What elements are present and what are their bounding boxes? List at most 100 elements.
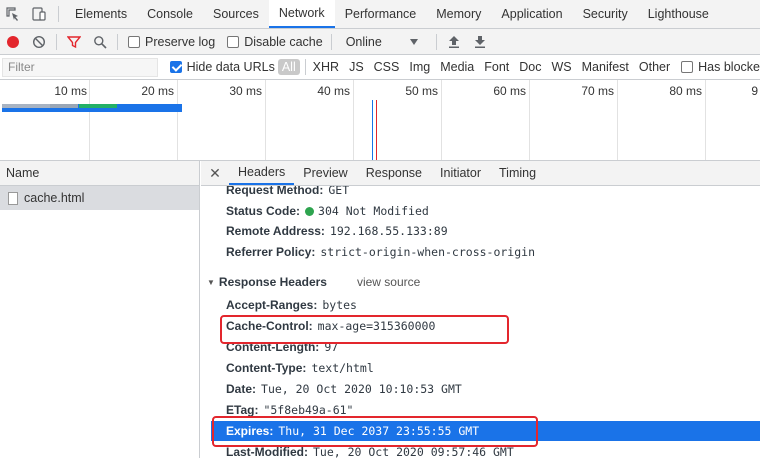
request-bar-waiting <box>2 104 50 108</box>
filter-type-js[interactable]: JS <box>344 60 369 74</box>
tab-elements[interactable]: Elements <box>65 0 137 28</box>
header-value: bytes <box>322 298 357 312</box>
request-bar-waiting <box>50 104 78 108</box>
hide-data-urls-checkbox[interactable]: Hide data URLs <box>169 60 275 74</box>
tab-sources[interactable]: Sources <box>203 0 269 28</box>
has-blocked-label: Has blocke <box>698 60 760 74</box>
filter-type-css[interactable]: CSS <box>369 60 405 74</box>
request-row[interactable]: cache.html <box>0 186 199 210</box>
checkbox-box[interactable] <box>227 35 240 48</box>
filter-type-all[interactable]: All <box>277 59 300 75</box>
filter-type-media[interactable]: Media <box>435 60 479 74</box>
filter-input[interactable]: Filter <box>2 57 158 77</box>
preserve-log-checkbox[interactable]: Preserve log <box>128 35 215 49</box>
filter-toggle-button[interactable] <box>61 30 87 54</box>
tab-lighthouse[interactable]: Lighthouse <box>638 0 719 28</box>
status-ok-icon <box>305 206 315 216</box>
checkbox-box[interactable] <box>128 35 140 48</box>
view-source-link[interactable]: view source <box>357 275 420 289</box>
search-button[interactable] <box>87 30 113 54</box>
divider <box>58 6 59 22</box>
disable-cache-checkbox[interactable]: Disable cache <box>227 35 323 49</box>
annotation-box-cache-control <box>220 315 509 344</box>
grid-line <box>617 80 618 160</box>
tab-memory[interactable]: Memory <box>426 0 491 28</box>
disable-cache-label: Disable cache <box>244 34 323 49</box>
header-row: Content-Type: text/html <box>226 358 374 378</box>
devtools-tab-bar: Elements Console Sources Network Perform… <box>0 0 760 29</box>
import-har-button[interactable] <box>441 30 467 54</box>
tab-security[interactable]: Security <box>573 0 638 28</box>
tick-label: 80 ms <box>669 84 702 98</box>
document-icon <box>8 191 18 205</box>
checkbox-box[interactable] <box>681 61 694 73</box>
grid-line <box>89 80 90 160</box>
grid-line <box>265 80 266 160</box>
throttling-value: Online <box>345 34 382 49</box>
tab-response[interactable]: Response <box>357 161 431 185</box>
tab-application[interactable]: Application <box>491 0 572 28</box>
search-icon <box>94 35 107 49</box>
header-key: Referrer Policy: <box>226 245 316 259</box>
details-tab-bar-overlay: ✕ Headers Preview Response Initiator Tim… <box>201 161 760 186</box>
tab-initiator[interactable]: Initiator <box>431 161 490 185</box>
header-key: Status Code: <box>226 204 301 218</box>
filter-type-manifest[interactable]: Manifest <box>577 60 634 74</box>
network-overview-timeline[interactable]: 10 ms 20 ms 30 ms 40 ms 50 ms 60 ms 70 m… <box>0 80 760 161</box>
header-value: strict-origin-when-cross-origin <box>320 245 536 259</box>
load-marker <box>376 100 377 160</box>
tick-label: 20 ms <box>141 84 174 98</box>
tab-performance[interactable]: Performance <box>335 0 427 28</box>
divider <box>435 33 437 50</box>
filter-type-ws[interactable]: WS <box>547 60 577 74</box>
tick-label: 30 ms <box>229 84 262 98</box>
record-button[interactable] <box>0 30 26 54</box>
tick-label: 10 ms <box>54 84 87 98</box>
tab-headers[interactable]: Headers <box>229 161 295 185</box>
download-icon <box>474 35 485 48</box>
filter-type-xhr[interactable]: XHR <box>308 60 344 74</box>
header-value: text/html <box>311 361 374 375</box>
close-icon[interactable]: ✕ <box>201 161 229 185</box>
device-toolbar-icon[interactable] <box>26 0 52 28</box>
header-row: Accept-Ranges: bytes <box>226 295 357 315</box>
filter-icon <box>67 35 81 48</box>
tick-label: 60 ms <box>493 84 526 98</box>
has-blocked-cookies-checkbox[interactable]: Has blocke <box>681 60 760 74</box>
clear-button[interactable] <box>26 30 52 54</box>
tab-preview[interactable]: Preview <box>294 161 356 185</box>
inspect-element-icon[interactable] <box>0 0 26 28</box>
grid-line <box>353 80 354 160</box>
section-title: Response Headers <box>218 275 327 289</box>
divider <box>56 33 57 50</box>
tab-timing[interactable]: Timing <box>490 161 545 185</box>
header-row: Referrer Policy: strict-origin-when-cros… <box>226 242 535 262</box>
header-value: "5f8eb49a-61" <box>263 403 354 417</box>
response-headers-section[interactable]: ▼ Response Headers view source <box>207 272 420 292</box>
network-toolbar: Preserve log Disable cache Online <box>0 29 760 55</box>
filter-type-other[interactable]: Other <box>634 60 675 74</box>
grid-line <box>177 80 178 160</box>
throttling-select[interactable]: Online <box>346 35 418 49</box>
clear-icon <box>32 35 46 48</box>
divider <box>117 33 118 50</box>
upload-icon <box>448 35 459 48</box>
header-row: Remote Address: 192.168.55.133:89 <box>226 221 448 241</box>
dom-content-loaded-marker <box>372 100 373 160</box>
filter-type-img[interactable]: Img <box>404 60 435 74</box>
header-key: Content-Type: <box>226 361 307 375</box>
header-key: Accept-Ranges: <box>226 298 318 312</box>
checkbox-box[interactable] <box>169 61 182 73</box>
grid-line <box>529 80 530 160</box>
filter-type-font[interactable]: Font <box>479 60 514 74</box>
divider <box>330 33 332 50</box>
name-column-header[interactable]: Name <box>0 161 199 186</box>
header-row: Status Code: 304 Not Modified <box>226 201 429 221</box>
tab-network[interactable]: Network <box>268 0 335 28</box>
header-key: ETag: <box>226 403 259 417</box>
tick-label: 9 <box>751 84 758 98</box>
tab-console[interactable]: Console <box>137 0 203 28</box>
request-bar-ttfb <box>79 104 117 108</box>
export-har-button[interactable] <box>467 30 493 54</box>
filter-type-doc[interactable]: Doc <box>514 60 546 74</box>
